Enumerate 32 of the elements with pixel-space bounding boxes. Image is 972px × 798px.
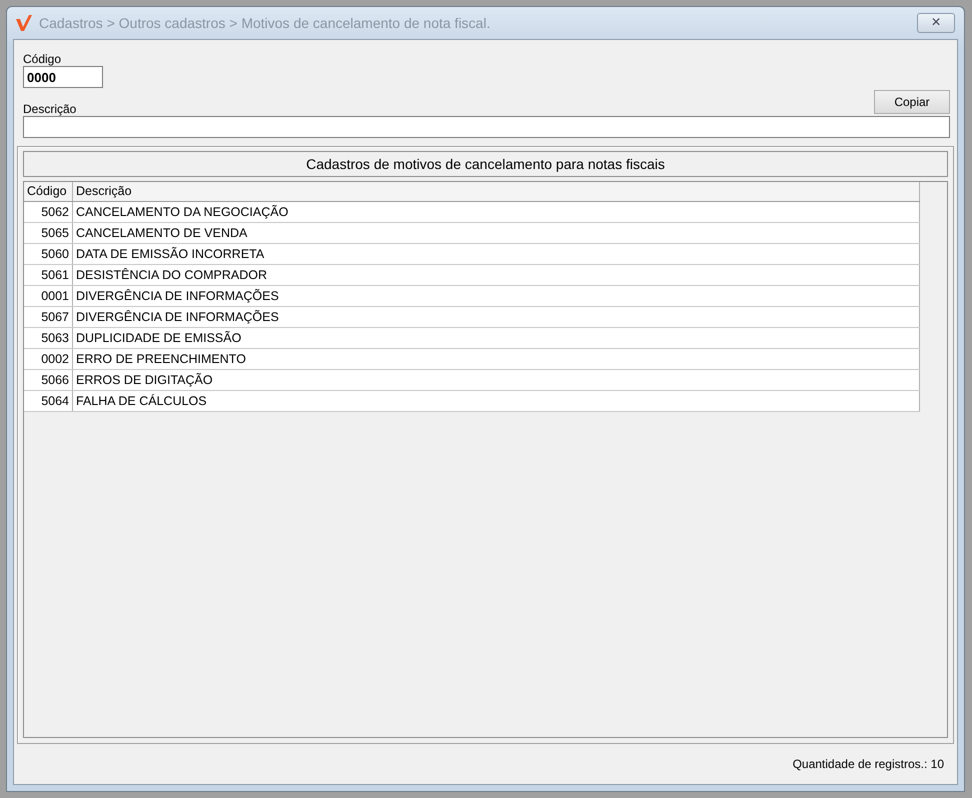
table-cell: CANCELAMENTO DA NEGOCIAÇÃO [73, 202, 920, 222]
window-title: Cadastros > Outros cadastros > Motivos de cancelamento de nota fiscal. [39, 15, 492, 31]
table-cell: 5062 [24, 202, 73, 222]
check-mark-icon [15, 14, 33, 32]
column-header[interactable]: Descrição [73, 182, 920, 201]
close-button[interactable]: × [917, 13, 955, 33]
table-cell: 0002 [24, 349, 73, 369]
copy-button[interactable]: Copiar [874, 90, 950, 114]
table-cell: FALHA DE CÁLCULOS [73, 391, 920, 411]
field-label: Código [23, 52, 62, 66]
table-cell: DATA DE EMISSÃO INCORRETA [73, 244, 920, 264]
panel-title: Cadastros de motivos de cancelamento para notas fiscais [23, 151, 948, 177]
table-cell: DESISTÊNCIA DO COMPRADOR [73, 265, 920, 285]
table-cell: 0001 [24, 286, 73, 306]
table-cell: 5061 [24, 265, 73, 285]
table-cell: DIVERGÊNCIA DE INFORMAÇÕES [73, 286, 920, 306]
description-field[interactable] [23, 116, 950, 138]
column-header[interactable]: Código [24, 182, 73, 201]
table-cell: 5065 [24, 223, 73, 243]
table-cell: ERRO DE PREENCHIMENTO [73, 349, 920, 369]
table-cell: DIVERGÊNCIA DE INFORMAÇÕES [73, 307, 920, 327]
table-cell: DUPLICIDADE DE EMISSÃO [73, 328, 920, 348]
table-cell: ERROS DE DIGITAÇÃO [73, 370, 920, 390]
record-count: Quantidade de registros.: 10 [792, 757, 944, 771]
table-cell: 5066 [24, 370, 73, 390]
code-field[interactable]: 0000 [23, 66, 103, 88]
table-cell: 5063 [24, 328, 73, 348]
table-cell: 5060 [24, 244, 73, 264]
table-cell: CANCELAMENTO DE VENDA [73, 223, 920, 243]
table-cell: 5067 [24, 307, 73, 327]
table-cell: 5064 [24, 391, 73, 411]
field-label: Descrição [23, 102, 76, 116]
